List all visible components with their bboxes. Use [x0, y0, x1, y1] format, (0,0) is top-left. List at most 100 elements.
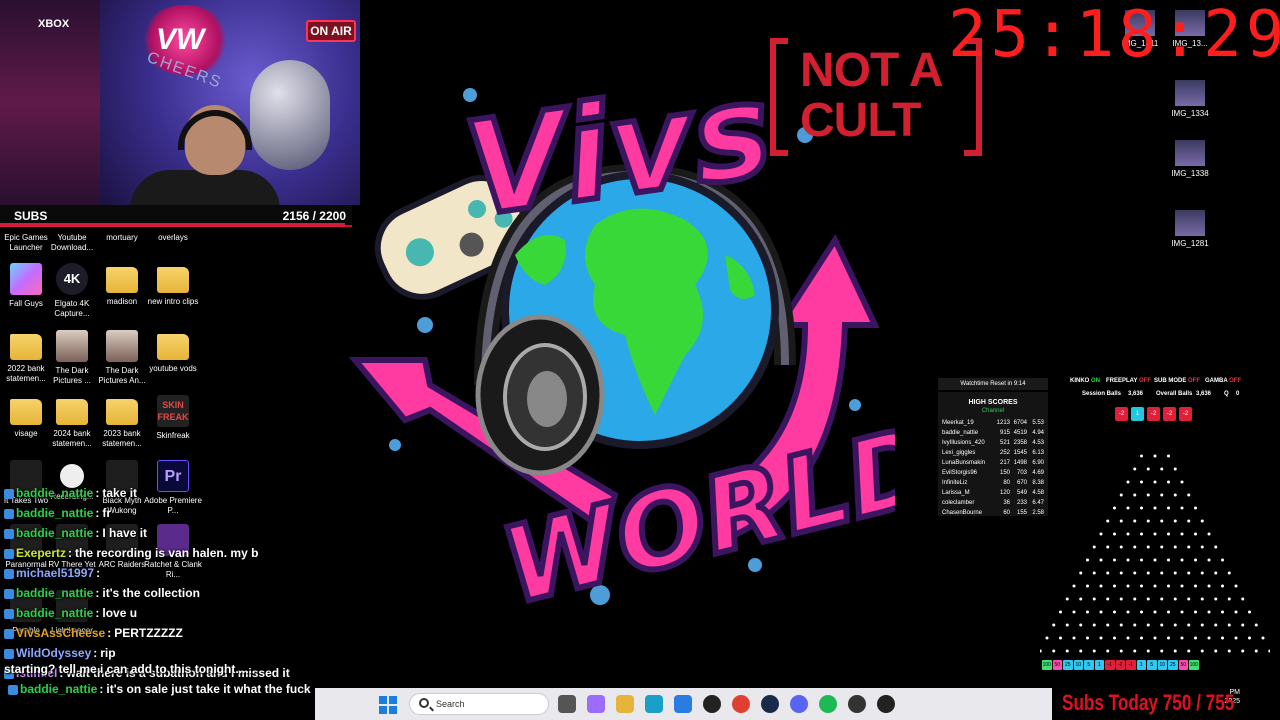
plinko-peg: [1248, 610, 1251, 614]
score-cell: baddie_nattie: [942, 430, 979, 436]
subs-label: SUBS: [14, 209, 48, 223]
plinko-peg: [1214, 545, 1218, 549]
plinko-peg: [1140, 610, 1143, 614]
thumb-icon: [56, 330, 88, 362]
plinko-peg: [1167, 636, 1170, 640]
plinko-multiplier-button[interactable]: 1: [1131, 407, 1144, 421]
chat-badge-icon: [8, 684, 18, 695]
plinko-peg: [1200, 623, 1204, 627]
chat-message-text: I have it: [102, 526, 148, 540]
plinko-peg: [1180, 506, 1184, 510]
plinko-peg: [1180, 584, 1184, 588]
terminal-icon[interactable]: [848, 695, 866, 713]
edge-icon[interactable]: [645, 695, 663, 713]
plinko-slot: -1: [1105, 660, 1115, 670]
plinko-peg: [1173, 467, 1177, 471]
plinko-peg: [1059, 610, 1062, 614]
plinko-peg: [1133, 597, 1137, 601]
plinko-ball-count: Overall Balls: [1156, 391, 1193, 397]
plinko-peg: [1140, 636, 1143, 640]
plinko-peg: [1160, 493, 1164, 497]
desktop-icon[interactable]: SKIN FREAK Skinfreak: [143, 395, 203, 441]
folder-icon[interactable]: [616, 695, 634, 713]
xbox-icon[interactable]: [703, 695, 721, 713]
chat-username[interactable]: baddie_nattie: [16, 486, 93, 500]
image-thumbnail-icon: [1175, 140, 1205, 166]
plinko-peg: [1140, 480, 1143, 484]
chat-message-text: starting? tell me i can add to this toni…: [4, 662, 256, 676]
plinko-peg: [1065, 623, 1069, 627]
chat-message: baddie_nattie: love u: [0, 603, 315, 623]
score-cell: 155: [1016, 510, 1027, 516]
chat-username[interactable]: WildOdyssey: [16, 646, 91, 660]
plinko-multiplier-button[interactable]: -2: [1179, 407, 1192, 421]
plinko-peg: [1119, 519, 1123, 523]
chat-message-text: it's the collection: [102, 586, 200, 600]
chrome-icon[interactable]: [732, 695, 750, 713]
plinko-slot: 5: [1084, 660, 1094, 670]
desktop-icon[interactable]: IMG_1338: [1165, 140, 1215, 178]
chat-username[interactable]: baddie_nattie: [20, 682, 97, 696]
steam-icon[interactable]: [761, 695, 779, 713]
plinko-peg: [1126, 610, 1130, 614]
chat-username[interactable]: baddie_nattie: [16, 586, 93, 600]
chat-message-text: love u: [102, 606, 138, 620]
score-cell: coleclamber: [942, 500, 975, 506]
chat-overlay: baddie_nattie: take it baddie_nattie: fr bad…: [0, 483, 315, 683]
taskbar-search-input[interactable]: Search: [409, 693, 549, 715]
plinko-peg: [1187, 493, 1191, 497]
chat-username[interactable]: Exepertz: [16, 546, 66, 560]
plinko-multiplier-button[interactable]: -2: [1115, 407, 1128, 421]
plinko-peg: [1140, 584, 1143, 588]
neon-wall-sign: [0, 0, 100, 205]
chat-username[interactable]: VivsAssCheese: [16, 626, 105, 640]
plinko-peg: [1106, 623, 1110, 627]
plinko-peg: [1146, 519, 1150, 523]
chat-username[interactable]: baddie_nattie: [16, 526, 93, 540]
folder-icon: [157, 334, 189, 360]
score-cell: 703: [1016, 470, 1027, 476]
plinko-multiplier-button[interactable]: -2: [1163, 407, 1176, 421]
watchtime-reset: Watchtime Reset in 9:14: [938, 378, 1048, 390]
chat-message: michael51997:: [0, 563, 315, 583]
plinko-peg: [1160, 597, 1164, 601]
plinko-multiplier-button[interactable]: -2: [1147, 407, 1160, 421]
plinko-slot: 50: [1052, 660, 1062, 670]
folder-icon: [106, 267, 138, 293]
plinko-peg: [1086, 636, 1089, 640]
chat-username[interactable]: baddie_nattie: [16, 506, 93, 520]
windows-start-icon[interactable]: [379, 696, 397, 714]
desktop-icon[interactable]: new intro clips: [143, 263, 203, 307]
store-icon[interactable]: [674, 695, 692, 713]
score-cell: EvilStorgis96: [942, 470, 978, 476]
plinko-peg: [1268, 649, 1270, 653]
spotify-icon[interactable]: [819, 695, 837, 713]
subathon-timer: 25:18:29: [948, 0, 1280, 72]
media-player-icon[interactable]: [877, 695, 895, 713]
plinko-peg: [1194, 610, 1197, 614]
score-cell: 150: [999, 470, 1010, 476]
plinko-peg: [1153, 584, 1157, 588]
desktop-icon[interactable]: overlays: [143, 233, 203, 243]
plinko-peg: [1248, 636, 1251, 640]
plinko-slot: 100: [1042, 660, 1052, 670]
chat-message: baddie_nattie: take it: [0, 483, 315, 503]
plinko-peg: [1106, 545, 1110, 549]
plinko-peg: [1099, 532, 1103, 536]
plinko-peg: [1133, 519, 1137, 523]
plinko-slot: 5: [1147, 660, 1157, 670]
plinko-peg: [1173, 545, 1177, 549]
desktop-icon[interactable]: IMG_1334: [1165, 80, 1215, 118]
desktop-icon[interactable]: youtube vods: [143, 330, 203, 374]
plinko-mode-status: GAMBA OFF: [1205, 378, 1241, 384]
copilot-icon[interactable]: [587, 695, 605, 713]
desktop-icon[interactable]: IMG_1281: [1165, 210, 1215, 248]
plinko-peg: [1140, 454, 1143, 458]
plinko-peg: [1072, 584, 1076, 588]
file-manager-icon[interactable]: [558, 695, 576, 713]
discord-icon[interactable]: [790, 695, 808, 713]
plinko-slot: 10: [1073, 660, 1083, 670]
chat-username[interactable]: michael51997: [16, 566, 94, 580]
chat-username[interactable]: baddie_nattie: [16, 606, 93, 620]
desktop-icon-label: Skinfreak: [156, 431, 190, 440]
